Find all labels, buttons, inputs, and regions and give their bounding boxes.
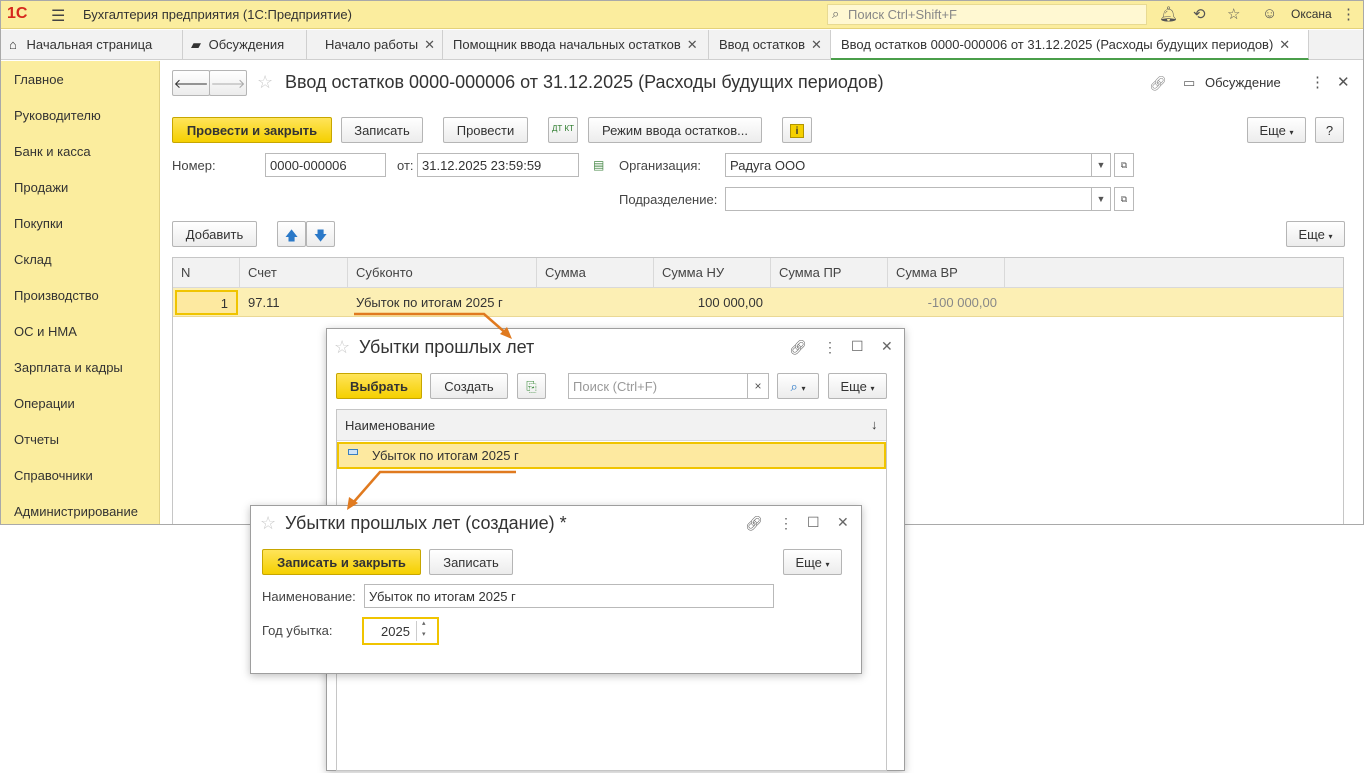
arrow-to-create [351, 470, 516, 505]
arrow-to-picker [354, 312, 509, 336]
annotation-arrows [347, 312, 516, 510]
